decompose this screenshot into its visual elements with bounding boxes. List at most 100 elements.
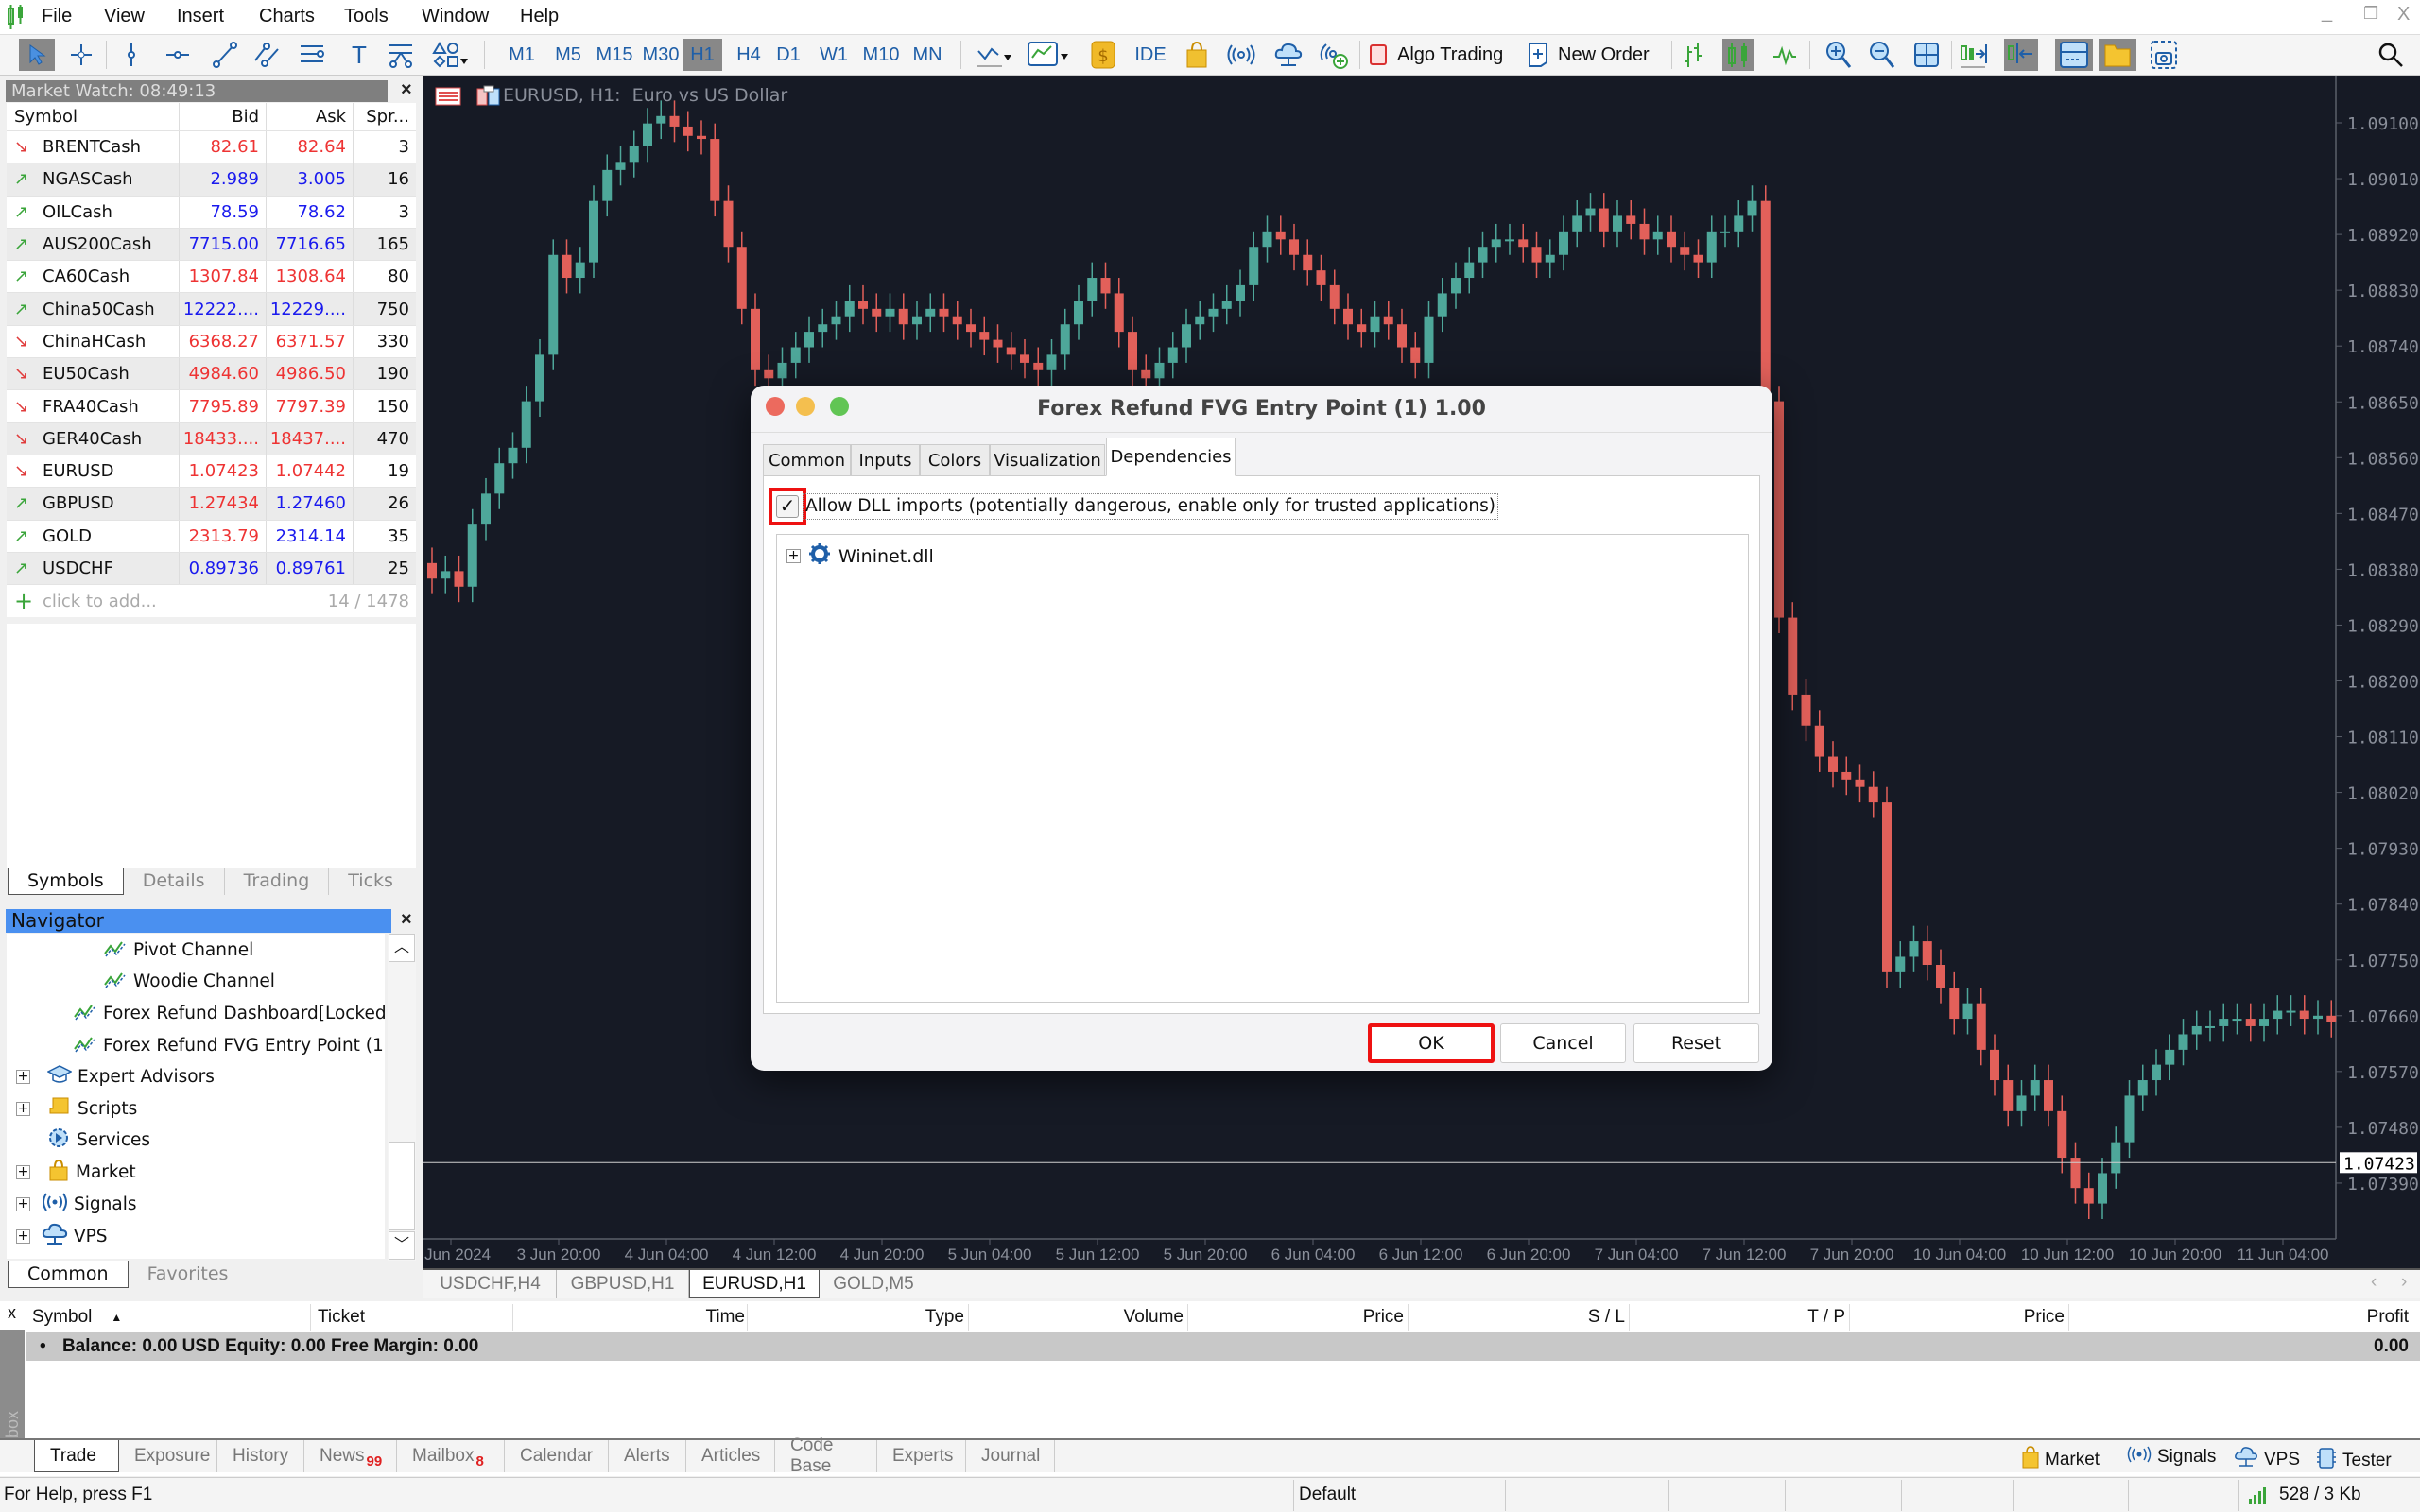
- nav-item-pivot-channel[interactable]: Pivot Channel: [103, 936, 253, 964]
- chart-properties-icon[interactable]: [476, 85, 501, 111]
- bar-chart-button[interactable]: [1679, 39, 1707, 71]
- fan-tool[interactable]: [386, 39, 416, 71]
- scroll-thumb[interactable]: [389, 1142, 415, 1230]
- one-click-trading-icon[interactable]: [435, 87, 461, 111]
- market-watch-row[interactable]: ↗ China50Cash 12222.... 12229.... 750: [7, 293, 416, 326]
- vertical-line-tool[interactable]: [117, 39, 146, 71]
- toolbox-tab-alerts[interactable]: Alerts: [609, 1440, 686, 1472]
- col-sl[interactable]: S / L: [1408, 1304, 1625, 1331]
- nav-item-forex-refund-dashboard[interactable]: Forex Refund Dashboard[Locked]: [73, 999, 385, 1027]
- col-type[interactable]: Type: [747, 1304, 964, 1331]
- market-watch-row[interactable]: ↗ AUS200Cash 7715.00 7716.65 165: [7, 228, 416, 262]
- allow-dll-label[interactable]: Allow DLL imports (potentially dangerous…: [803, 493, 1498, 520]
- timeframe-h4[interactable]: H4: [732, 39, 766, 71]
- menu-tools[interactable]: Tools: [344, 6, 389, 27]
- nav-item-signals[interactable]: + Signals: [16, 1190, 136, 1218]
- text-tool[interactable]: T: [346, 39, 372, 71]
- toolbox-tab-code-base[interactable]: Code Base: [775, 1435, 877, 1476]
- menu-insert[interactable]: Insert: [177, 6, 224, 27]
- channel-tool[interactable]: [251, 39, 282, 71]
- timeframe-m5[interactable]: M5: [551, 39, 585, 71]
- tab-favorites[interactable]: Favorites: [129, 1261, 248, 1288]
- market-watch-row[interactable]: ↘ EURUSD 1.07423 1.07442 19: [7, 455, 416, 489]
- crosshair-tool[interactable]: [66, 39, 96, 71]
- col-symbol[interactable]: Symbol ▲: [32, 1304, 122, 1331]
- col-price[interactable]: Price: [1187, 1304, 1404, 1331]
- navigator-scrollbar[interactable]: ︿ ﹀: [388, 934, 416, 1261]
- restore-button[interactable]: ❐: [2363, 4, 2378, 24]
- scroll-down-button[interactable]: ﹀: [389, 1231, 415, 1260]
- col-time[interactable]: Time: [512, 1304, 745, 1331]
- chart-tab-gold-m5[interactable]: GOLD,M5: [820, 1270, 927, 1298]
- expand-icon[interactable]: +: [16, 1196, 30, 1211]
- add-signal-button[interactable]: [1318, 39, 1350, 71]
- chart-tab-eurusd-h1[interactable]: EURUSD,H1: [689, 1270, 820, 1298]
- indicators-dropdown[interactable]: [1025, 39, 1072, 71]
- market-watch-row[interactable]: ↘ ChinaHCash 6368.27 6371.57 330: [7, 325, 416, 359]
- shapes-tool[interactable]: [429, 39, 471, 71]
- timeframe-d1[interactable]: D1: [771, 39, 805, 71]
- menu-help[interactable]: Help: [520, 6, 559, 27]
- dialog-tab-inputs[interactable]: Inputs: [851, 444, 920, 475]
- vps-link[interactable]: VPS: [2234, 1446, 2300, 1474]
- candlestick-chart-button[interactable]: [1722, 39, 1754, 71]
- col-current-price[interactable]: Price: [1849, 1304, 2065, 1331]
- toolbox-tab-calendar[interactable]: Calendar: [505, 1440, 609, 1472]
- market-watch-row[interactable]: ↗ USDCHF 0.89736 0.89761 25: [7, 552, 416, 586]
- col-volume[interactable]: Volume: [968, 1304, 1184, 1331]
- zoom-out-button[interactable]: [1866, 39, 1898, 71]
- dialog-tab-dependencies[interactable]: Dependencies: [1106, 438, 1236, 476]
- col-profit[interactable]: Profit: [2068, 1304, 2409, 1331]
- nav-item-market[interactable]: + Market: [16, 1158, 136, 1186]
- column-bid[interactable]: Bid: [180, 103, 267, 130]
- column-ask[interactable]: Ask: [267, 103, 354, 130]
- market-watch-row[interactable]: ↘ FRA40Cash 7795.89 7797.39 150: [7, 390, 416, 423]
- signals-link[interactable]: Signals: [2127, 1446, 2216, 1469]
- tab-common[interactable]: Common: [8, 1261, 129, 1288]
- timeframe-w1[interactable]: W1: [817, 39, 851, 71]
- search-button[interactable]: [2375, 39, 2407, 71]
- zoom-traffic-light[interactable]: [830, 397, 849, 416]
- chart-shift-button[interactable]: [2004, 39, 2038, 71]
- toolbox-tab-experts[interactable]: Experts: [877, 1440, 966, 1472]
- expand-icon[interactable]: +: [16, 1228, 30, 1244]
- line-chart-button[interactable]: [1770, 39, 1800, 71]
- allow-dll-checkbox[interactable]: ✓: [776, 495, 799, 518]
- toolbox-tab-history[interactable]: History: [217, 1440, 304, 1472]
- menu-window[interactable]: Window: [422, 6, 489, 27]
- timeframe-m30[interactable]: M30: [639, 39, 683, 71]
- balance-row[interactable]: • Balance: 0.00 USD Equity: 0.00 Free Ma…: [26, 1332, 2420, 1361]
- tile-windows-button[interactable]: [1911, 39, 1942, 71]
- market-watch-row[interactable]: ↗ OILCash 78.59 78.62 3: [7, 196, 416, 229]
- close-traffic-light[interactable]: [766, 397, 785, 416]
- scroll-up-button[interactable]: ︿: [389, 934, 415, 962]
- nav-item-vps[interactable]: + VPS: [16, 1222, 108, 1250]
- chart-type-dropdown[interactable]: [974, 39, 1017, 71]
- horizontal-line-tool[interactable]: [163, 39, 193, 71]
- navigator-button[interactable]: [2099, 39, 2136, 71]
- ok-button[interactable]: OK: [1368, 1023, 1495, 1063]
- timeframe-h1[interactable]: H1: [683, 39, 722, 71]
- column-symbol[interactable]: Symbol: [7, 103, 180, 130]
- tab-symbols[interactable]: Symbols: [8, 868, 124, 895]
- connection-status[interactable]: 528 / 3 Kb: [2279, 1485, 2361, 1505]
- market-watch-row[interactable]: ↘ EU50Cash 4984.60 4986.50 190: [7, 358, 416, 391]
- col-tp[interactable]: T / P: [1629, 1304, 1845, 1331]
- dialog-tab-colors[interactable]: Colors: [920, 444, 990, 475]
- market-watch-row[interactable]: ↗ NGASCash 2.989 3.005 16: [7, 163, 416, 197]
- data-window-button[interactable]: [2055, 39, 2093, 71]
- market-link[interactable]: Market: [2022, 1446, 2100, 1474]
- chart-tab-gbpusd-h1[interactable]: GBPUSD,H1: [557, 1270, 689, 1298]
- market-watch-row[interactable]: ↗ GBPUSD 1.27434 1.27460 26: [7, 488, 416, 521]
- toolbox-tab-articles[interactable]: Articles: [686, 1440, 775, 1472]
- navigator-close-button[interactable]: ×: [401, 909, 412, 931]
- nav-item-services[interactable]: Services: [46, 1125, 150, 1154]
- dependency-item[interactable]: + Wininet.dll: [786, 542, 934, 570]
- timeframe-m1[interactable]: M1: [505, 39, 539, 71]
- tabs-scroll-right[interactable]: ›: [2401, 1272, 2407, 1293]
- screenshot-button[interactable]: [2148, 39, 2180, 71]
- signals-button[interactable]: [1225, 39, 1257, 71]
- tab-details[interactable]: Details: [124, 868, 225, 895]
- zoom-in-button[interactable]: [1823, 39, 1855, 71]
- menu-charts[interactable]: Charts: [259, 6, 315, 27]
